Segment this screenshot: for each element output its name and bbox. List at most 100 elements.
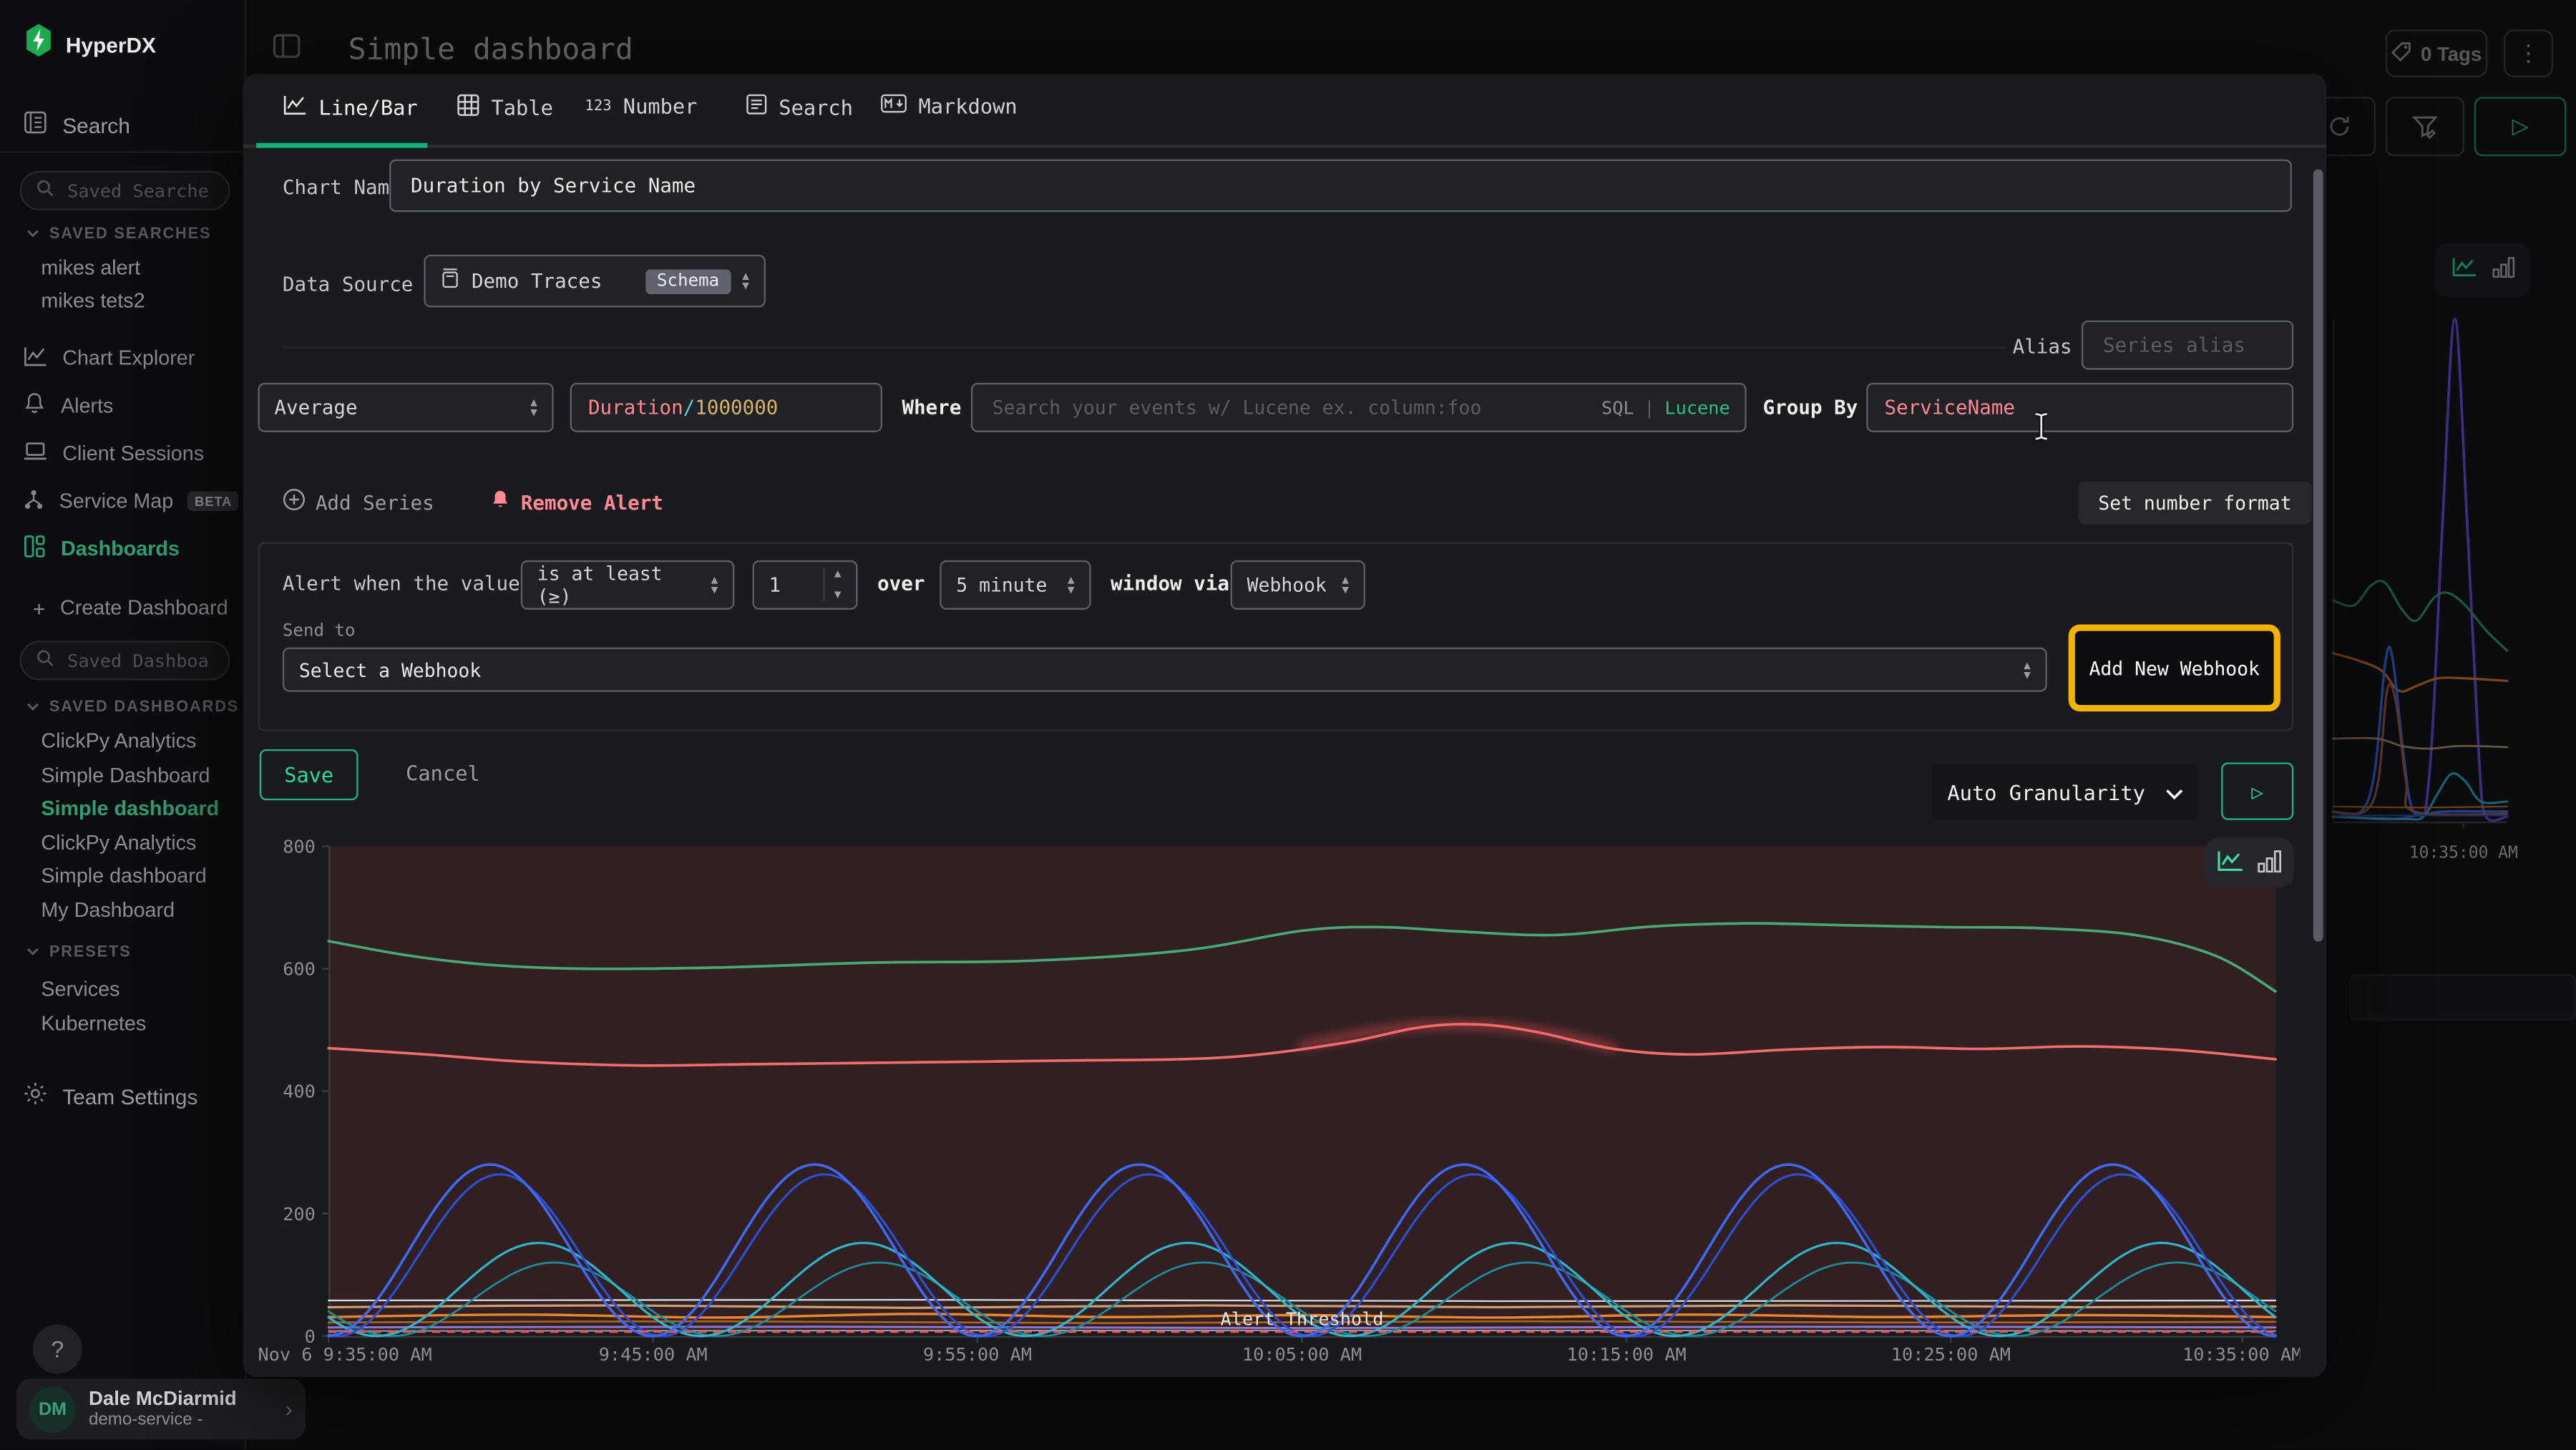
preview-run-button[interactable]: ▷ [2221,762,2293,819]
group-by-value: ServiceName [1885,396,2015,419]
stepper-icons[interactable]: ▲▼ [823,568,841,601]
saved-searches-list: mikes alert mikes tets2 [41,256,145,316]
expression-value: 1000000 [695,396,778,419]
save-button[interactable]: Save [260,749,358,800]
saved-dashboard-item[interactable]: Simple dashboard [41,865,219,891]
saved-search-item[interactable]: mikes alert [41,256,145,283]
user-menu[interactable]: DM Dale McDiarmid demo-service - › [16,1378,306,1439]
kebab-menu-button[interactable]: ⋮ [2504,29,2553,77]
cancel-button[interactable]: Cancel [406,761,480,785]
chevron-down-icon [26,225,39,243]
alias-label: Alias [2013,335,2072,358]
bar-chart-icon[interactable] [2492,256,2514,285]
sidebar-item-dashboards[interactable]: Dashboards [23,529,180,568]
sidebar-item-service-map[interactable]: Service Map BETA [23,482,238,521]
presets-list: Services Kubernetes [41,978,146,1038]
schema-badge: Schema [645,268,731,293]
saved-dashboard-item[interactable]: Simple dashboard [41,797,219,824]
modal-scrollbar[interactable] [2313,169,2323,941]
svg-text:Nov 6 9:35:00 AM: Nov 6 9:35:00 AM [258,1344,431,1365]
where-field[interactable]: SQL | Lucene [971,383,1747,432]
svg-text:9:45:00 AM: 9:45:00 AM [599,1344,708,1365]
sidebar-item-chart-explorer[interactable]: Chart Explorer [23,339,195,378]
edit-chart-modal: Line/Bar Table 123 Number Search Markdow… [243,74,2326,1377]
line-chart-icon[interactable] [2216,847,2244,879]
brand[interactable]: HyperDX [23,23,156,66]
where-input[interactable] [989,394,1531,421]
where-label: Where [902,396,962,419]
data-source-select[interactable]: Demo Traces Schema ▲▼ [424,255,766,307]
tab-markdown[interactable]: Markdown [881,94,1018,118]
aggregation-select[interactable]: Average ▲▼ [258,383,553,432]
magnifier-icon [36,646,54,675]
sidebar-item-client-sessions[interactable]: Client Sessions [23,434,204,473]
user-name: Dale McDiarmid [89,1388,237,1411]
saved-search-item[interactable]: mikes tets2 [41,289,145,316]
sidebar-item-search[interactable]: Search [23,105,130,145]
set-number-format-button[interactable]: Set number format [2078,482,2311,525]
tag-icon [2391,40,2413,67]
saved-dashboard-item[interactable]: ClickPy Analytics [41,831,219,857]
tags-label: 0 Tags [2421,42,2482,65]
list-doc-icon [746,94,767,120]
add-series-button[interactable]: Add Series [283,488,434,516]
create-dashboard-button[interactable]: + Create Dashboard [33,588,228,628]
saved-searches-input[interactable] [64,178,213,203]
preset-item[interactable]: Services [41,978,146,1004]
line-chart-icon [283,94,307,122]
query-language-toggle[interactable]: SQL | Lucene [1601,384,1730,430]
background-chart-type-toggle[interactable] [2435,243,2530,298]
run-query-button[interactable]: ▷ [2474,97,2567,156]
saved-dashboard-item[interactable]: Simple Dashboard [41,763,219,789]
alert-prefix-label: Alert when the value [283,572,520,595]
bar-chart-icon[interactable] [2258,847,2282,879]
tab-search[interactable]: Search [746,94,853,120]
text-cursor [2032,411,2050,449]
preset-item[interactable]: Kubernetes [41,1012,146,1038]
svg-text:10:15:00 AM: 10:15:00 AM [1567,1344,1687,1365]
user-subtitle: demo-service - [89,1411,237,1431]
chart-type-toggle[interactable] [2205,838,2293,887]
saved-dashboard-item[interactable]: My Dashboard [41,898,219,925]
alias-input[interactable] [2099,332,2275,359]
alert-threshold-input[interactable]: 1 ▲▼ [753,560,858,610]
sidebar: HyperDX Search SAVED SEARCHES mikes aler… [0,0,246,1449]
tab-line-bar[interactable]: Line/Bar [283,94,418,122]
presets-header[interactable]: PRESETS [26,943,132,961]
lucene-option[interactable]: Lucene [1664,396,1729,418]
saved-searches-header[interactable]: SAVED SEARCHES [26,225,212,243]
help-button[interactable]: ? [33,1325,82,1374]
filter-edit-button[interactable] [2386,97,2464,156]
saved-dashboards-search[interactable] [20,641,230,680]
group-by-field[interactable]: ServiceName [1866,383,2293,432]
data-source-value: Demo Traces [472,270,634,293]
chart-name-field[interactable] [389,160,2292,212]
remove-alert-button[interactable]: Remove Alert [489,488,663,516]
sidebar-item-team-settings[interactable]: Team Settings [23,1076,197,1116]
tabs-underline-track [243,145,2326,148]
window-via-label: window via [1111,572,1229,595]
expression-field[interactable]: Duration/1000000 [570,383,882,432]
webhook-select[interactable]: Select a Webhook ▲▼ [283,648,2047,692]
line-chart-icon[interactable] [2450,256,2477,285]
alert-channel-select[interactable]: Webhook ▲▼ [1231,560,1365,610]
data-source-label: Data Source [283,273,413,296]
sql-option[interactable]: SQL [1601,396,1634,418]
chart-name-input[interactable] [407,172,2273,199]
alias-field[interactable] [2082,321,2293,370]
tab-table[interactable]: Table [457,94,553,122]
saved-dashboards-header[interactable]: SAVED DASHBOARDS [26,699,239,716]
add-new-webhook-button[interactable]: Add New Webhook [2075,631,2274,705]
tab-number[interactable]: 123 Number [585,94,697,118]
svg-text:10:35:00 AM: 10:35:00 AM [2409,844,2518,862]
saved-dashboards-input[interactable] [64,648,213,673]
granularity-select[interactable]: Auto Granularity [1932,764,2198,820]
svg-text:Alert Threshold: Alert Threshold [1221,1309,1384,1330]
saved-dashboard-item[interactable]: ClickPy Analytics [41,729,219,756]
sidebar-collapse-icon[interactable] [273,33,302,69]
alert-condition-select[interactable]: is at least (≥) ▲▼ [521,560,734,610]
alert-window-select[interactable]: 5 minute ▲▼ [940,560,1091,610]
sidebar-item-alerts[interactable]: Alerts [23,386,113,426]
tags-button[interactable]: 0 Tags [2386,29,2487,77]
saved-searches-search[interactable] [20,171,230,210]
